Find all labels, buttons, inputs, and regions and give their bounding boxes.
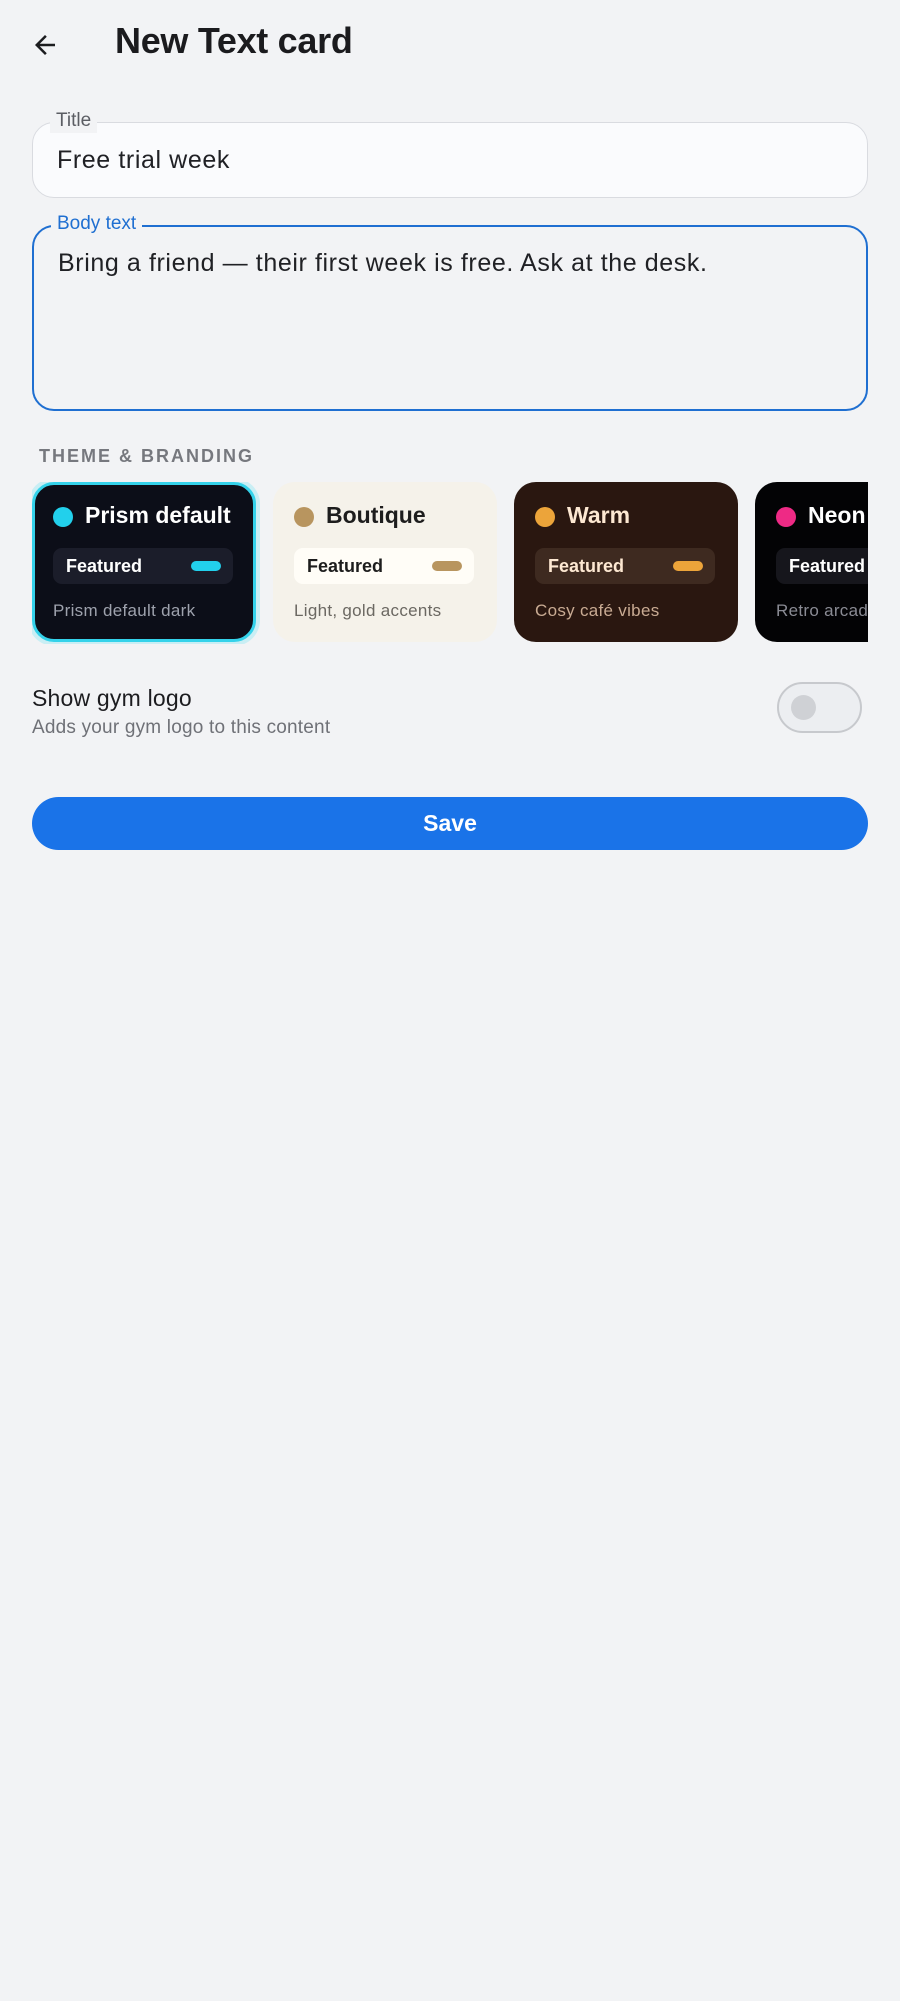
save-button[interactable]: Save [32,797,868,850]
theme-card-description: Cosy café vibes [535,601,660,620]
body-text-field-value[interactable]: Bring a friend — their first week is fre… [58,249,708,278]
featured-preview-label: Featured [307,556,384,576]
featured-preview: Featured [294,548,474,584]
show-logo-title: Show gym logo [32,685,192,711]
body-text-field[interactable]: Body text Bring a friend — their first w… [32,212,868,411]
featured-preview: Featured [535,548,715,584]
theme-card-description: Prism default dark [53,601,196,620]
theme-card-description: Light, gold accents [294,601,442,620]
theme-color-dot [53,507,73,527]
theme-card-prism-default[interactable]: Prism default Featured Prism default dar… [32,482,256,642]
theme-card-name: Boutique [326,502,426,528]
featured-preview-label: Featured [789,556,866,576]
body-text-field-label: Body text [51,212,143,236]
theme-card-name: Warm [567,502,631,528]
title-field-value[interactable]: Free trial week [57,146,230,175]
theme-color-dot [776,507,796,527]
arrow-back-icon [35,35,55,55]
accent-pill [432,561,462,571]
featured-preview-label: Featured [66,556,143,576]
theme-section-label: THEME & BRANDING [39,446,254,466]
accent-pill [191,561,221,571]
app-bar: New Text card [0,0,900,88]
theme-card-name: Neon [808,502,866,528]
theme-color-dot [294,507,314,527]
featured-preview: Featured [776,548,868,584]
title-field-label: Title [50,109,98,133]
theme-card-neon[interactable]: Neon Featured Retro arcade [755,482,868,642]
title-field[interactable]: Title Free trial week [32,109,868,198]
theme-card-name: Prism default [85,502,231,528]
show-logo-subtitle: Adds your gym logo to this content [32,717,331,738]
accent-pill [673,561,703,571]
page-title: New Text card [115,20,353,61]
theme-color-dot [535,507,555,527]
theme-carousel[interactable]: Prism default Featured Prism default dar… [32,482,868,644]
theme-card-description: Retro arcade [776,601,868,620]
show-logo-toggle[interactable] [777,682,862,733]
featured-preview-label: Featured [548,556,625,576]
back-button[interactable] [22,22,68,68]
featured-preview: Featured [53,548,233,584]
theme-card-warm[interactable]: Warm Featured Cosy café vibes [514,482,738,642]
toggle-knob [791,695,816,720]
theme-card-boutique[interactable]: Boutique Featured Light, gold accents [273,482,497,642]
